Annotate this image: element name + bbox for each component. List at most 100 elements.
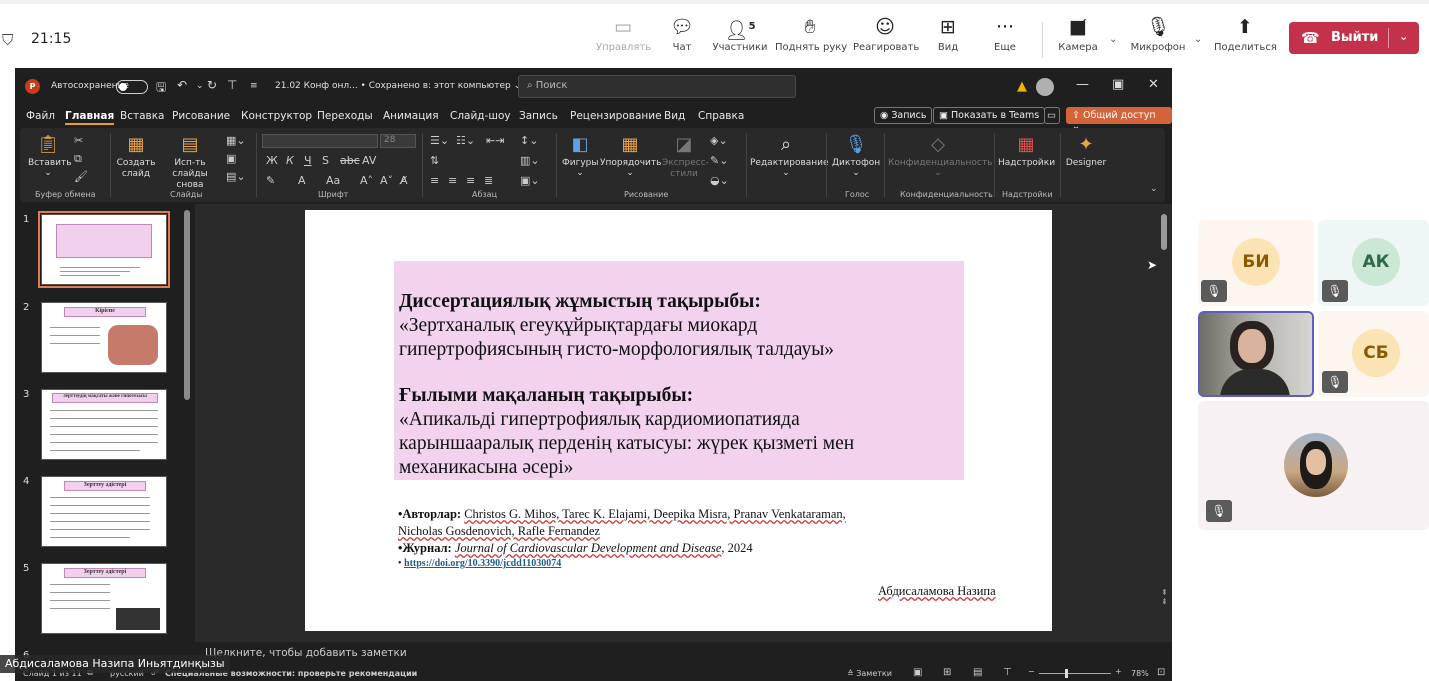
shape-effects-icon[interactable]: ◒⌄ — [710, 174, 729, 187]
shape-outline-icon[interactable]: ✎⌄ — [710, 154, 728, 167]
comments-icon[interactable]: ▭ — [1044, 107, 1060, 124]
manage-button[interactable]: ▭ Управлять — [596, 12, 651, 66]
paste-button[interactable]: 📋︎ Вставить ⌄ — [28, 132, 72, 178]
restore-icon[interactable]: ▣ — [1112, 77, 1124, 92]
slide-scrollbar[interactable] — [1161, 214, 1167, 250]
mic-options-chevron-icon[interactable]: ⌄ — [1194, 34, 1202, 45]
mic-button[interactable]: 🎙︎ Микрофон — [1130, 12, 1186, 66]
collapse-ribbon-icon[interactable]: ⌄ — [1150, 184, 1158, 194]
bold-icon[interactable]: Ж — [266, 154, 278, 167]
tab-animations[interactable]: Анимация — [383, 110, 439, 122]
layout-icon[interactable]: ▦⌄ — [226, 134, 246, 147]
editing-button[interactable]: ⌕ Редактирование ⌄ — [750, 132, 829, 178]
close-icon[interactable]: ✕ — [1148, 77, 1159, 92]
tab-insert[interactable]: Вставка — [120, 110, 165, 122]
justify-icon[interactable]: ≣ — [484, 174, 493, 187]
prev-next-slide-icon[interactable]: ⇞ ⇟ — [1161, 588, 1168, 606]
bullets-icon[interactable]: ☰⌄ — [430, 134, 449, 147]
redo-icon[interactable]: ↻ — [207, 78, 217, 92]
tab-transitions[interactable]: Переходы — [317, 110, 373, 122]
shadow-icon[interactable]: S — [322, 154, 329, 167]
undo-icon[interactable]: ↶ — [177, 78, 187, 92]
search-input[interactable]: ⌕ Поиск — [518, 75, 796, 98]
columns-icon[interactable]: ▥⌄ — [520, 154, 540, 167]
thumbnails-scrollbar[interactable] — [184, 210, 190, 400]
font-size-select[interactable]: 28 — [380, 134, 416, 148]
change-case-icon[interactable]: Aa — [326, 174, 340, 187]
doi-link[interactable]: https://doi.org/10.3390/jcdd11030074 — [404, 558, 561, 569]
grow-font-icon[interactable]: A˄ — [360, 174, 373, 187]
reset-icon[interactable]: ▣ — [226, 152, 236, 165]
autosave-toggle[interactable] — [116, 80, 148, 94]
more-button[interactable]: ··· Еще — [990, 12, 1020, 66]
zoom-slider[interactable] — [1039, 673, 1111, 674]
participant-tile-large[interactable]: 🎙︎ — [1198, 401, 1429, 530]
line-spacing-icon[interactable]: ↕⌄ — [520, 134, 538, 147]
participant-tile[interactable]: СБ 🎙︎ — [1318, 311, 1429, 397]
document-title[interactable]: 21.02 Конф онл... • Сохранено в: этот ко… — [275, 81, 521, 91]
cut-icon[interactable]: ✂ — [74, 134, 83, 147]
save-icon[interactable]: 🖫︎ — [156, 78, 166, 99]
normal-view-icon[interactable]: ▣ — [913, 667, 922, 678]
tab-file[interactable]: Файл — [26, 110, 55, 122]
smartart-icon[interactable]: ▣⌄ — [520, 174, 540, 187]
designer-button[interactable]: ✦ Designer — [1064, 132, 1108, 168]
shrink-font-icon[interactable]: A˅ — [380, 174, 393, 187]
slideshow-view-icon[interactable]: ⊤ — [1003, 667, 1012, 678]
participants-button[interactable]: 👤︎5 Участники — [712, 12, 768, 66]
addins-button[interactable]: ▦ Надстройки — [998, 132, 1055, 168]
align-right-icon[interactable]: ≡ — [466, 174, 475, 187]
share-button[interactable]: ⬆ Поделиться — [1214, 12, 1277, 66]
react-button[interactable]: ☺ Реагировать — [853, 12, 919, 66]
dictate-button[interactable]: 🎙︎ Диктофон ⌄ — [832, 132, 880, 178]
shape-fill-icon[interactable]: ◈⌄ — [710, 134, 728, 147]
format-painter-icon[interactable]: 🖌︎ — [74, 170, 88, 183]
arrange-button[interactable]: ▦ Упорядочить ⌄ — [600, 132, 661, 178]
char-spacing-icon[interactable]: AV — [362, 154, 376, 167]
tab-review[interactable]: Рецензирование — [570, 110, 662, 122]
zoom-out-icon[interactable]: − — [1028, 667, 1035, 676]
account-avatar[interactable] — [1036, 78, 1054, 96]
notes-pane[interactable]: Щелкните, чтобы добавить заметки — [195, 642, 1172, 666]
slide-thumbnail-4[interactable]: Зерттеу әдістері — [41, 476, 167, 547]
sensitivity-button[interactable]: ◇ Конфиденциальность ⌄ — [888, 132, 992, 178]
zoom-slider-thumb[interactable] — [1065, 669, 1068, 678]
indent-icon[interactable]: ⇤⇥ — [486, 134, 504, 147]
camera-button[interactable]: ■̸ Камера — [1058, 12, 1098, 66]
notes-toggle[interactable]: ≙ Заметки — [847, 669, 892, 678]
raise-hand-button[interactable]: ✋︎ Поднять руку — [775, 12, 847, 66]
tab-home[interactable]: Главная — [65, 110, 115, 125]
numbering-icon[interactable]: ☷⌄ — [456, 134, 475, 147]
tab-view[interactable]: Вид — [664, 110, 685, 122]
font-family-select[interactable] — [262, 134, 378, 148]
clear-format-icon[interactable]: A̸ — [400, 174, 408, 187]
tab-design[interactable]: Конструктор — [241, 110, 312, 122]
reuse-slides-button[interactable]: ▤ Исп-ть слайды снова — [160, 132, 220, 191]
view-button[interactable]: ⊞ Вид — [934, 12, 962, 66]
tab-slideshow[interactable]: Слайд-шоу — [450, 110, 511, 122]
tab-help[interactable]: Справка — [698, 110, 744, 122]
record-button[interactable]: ◉ Запись — [874, 107, 933, 124]
sorter-view-icon[interactable]: ⊞ — [943, 667, 951, 678]
zoom-level[interactable]: 78% — [1131, 669, 1149, 678]
fit-slide-icon[interactable]: ⊡ — [1157, 667, 1165, 678]
leave-button[interactable]: ☎ Выйти ⌄ — [1289, 22, 1419, 54]
share-access-button[interactable]: ⇪ Общий доступ ⌄ — [1066, 107, 1172, 132]
slide-thumbnail-5[interactable]: Зерттеу әдістері — [41, 563, 167, 634]
section-icon[interactable]: ▤⌄ — [226, 170, 246, 183]
underline-icon[interactable]: Ч — [304, 154, 312, 167]
strikethrough-icon[interactable]: abc — [340, 154, 360, 167]
italic-icon[interactable]: К — [286, 154, 294, 167]
customize-qat-icon[interactable]: ≡ — [250, 81, 258, 91]
highlight-icon[interactable]: ✎ — [266, 174, 275, 187]
new-slide-button[interactable]: ▦ Создать слайд — [114, 132, 158, 180]
quick-styles-button[interactable]: ◪ Экспресс-стили — [662, 132, 709, 180]
present-icon[interactable]: ⊤ — [227, 78, 237, 92]
text-direction-icon[interactable]: ⇅ — [430, 154, 439, 167]
copy-icon[interactable]: ⧉ — [74, 152, 82, 166]
slide-thumbnail-3[interactable]: Зерттеудің мақсаты және гипотезасы — [41, 389, 167, 460]
slide-thumbnail-1[interactable] — [38, 211, 170, 288]
participant-tile[interactable]: АК 🎙︎ — [1318, 220, 1429, 306]
present-in-teams-button[interactable]: ▣ Показать в Teams — [933, 107, 1046, 124]
chevron-down-icon[interactable]: ⌄ — [196, 81, 204, 91]
